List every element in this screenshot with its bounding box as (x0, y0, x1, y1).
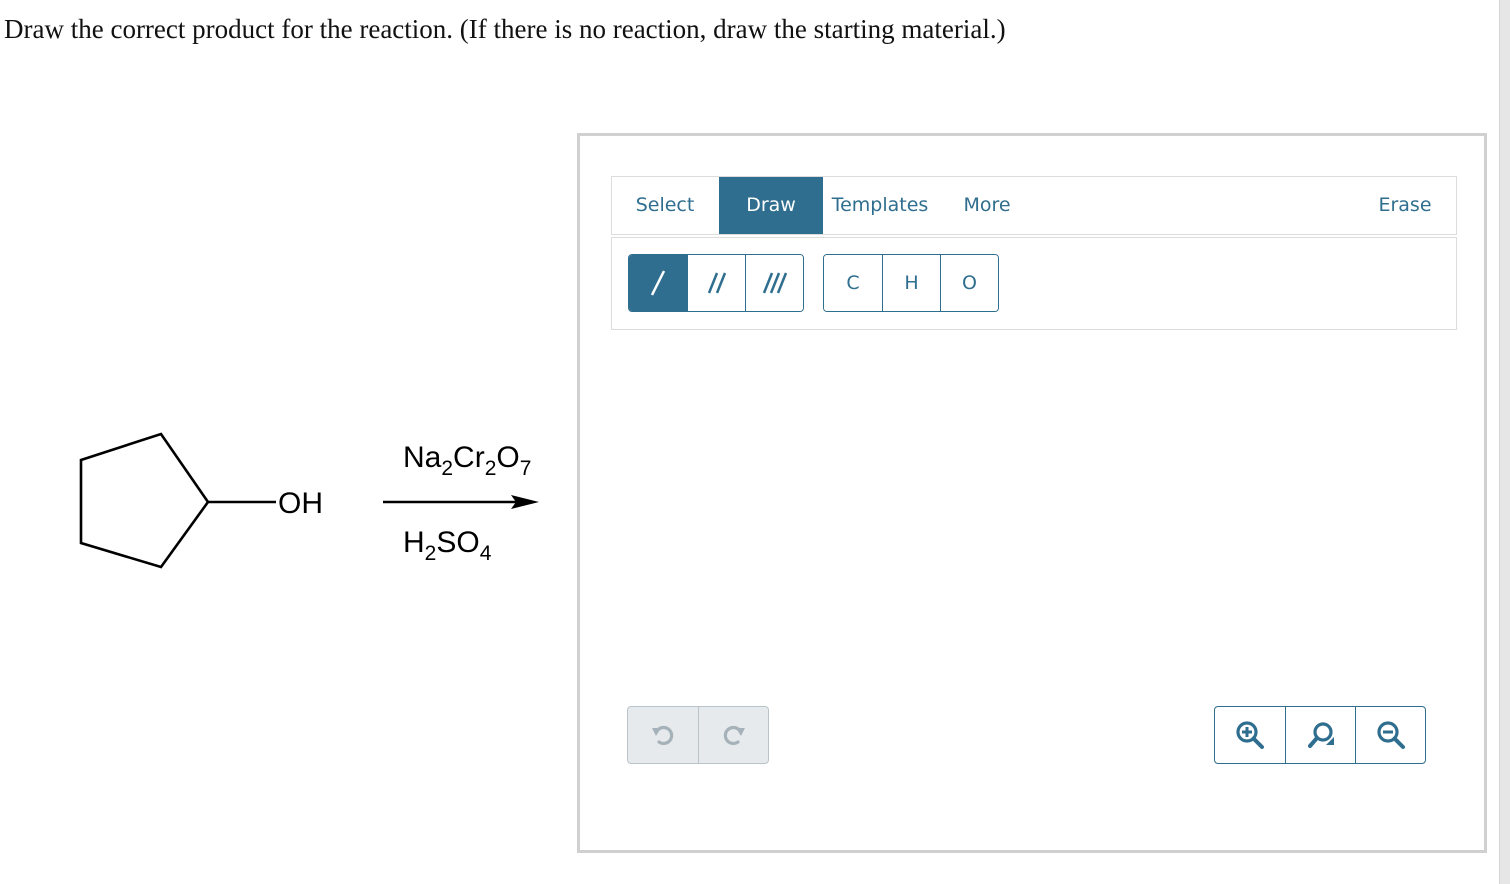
double-bond-icon (707, 272, 726, 294)
history-controls (627, 706, 769, 764)
menu-draw[interactable]: Draw (719, 177, 823, 234)
triple-bond-icon (762, 272, 787, 294)
editor-menubar: Select Draw Templates More Erase (611, 176, 1457, 235)
hydroxyl-label: OH (278, 487, 323, 520)
zoom-reset-icon (1307, 722, 1334, 748)
zoom-in-button[interactable] (1215, 707, 1285, 763)
cyclopentane-ring (79, 432, 210, 569)
menu-more[interactable]: More (947, 177, 1027, 234)
double-bond-button[interactable] (687, 255, 745, 311)
zoom-out-button[interactable] (1355, 707, 1425, 763)
reagent-top: Na2Cr2O7 (403, 441, 531, 480)
menu-templates[interactable]: Templates (825, 177, 935, 234)
single-bond-icon (650, 270, 666, 296)
redo-button[interactable] (698, 707, 768, 763)
draw-toolbar: C H O (611, 237, 1457, 330)
reaction-scheme: OH Na2Cr2O7 H2SO4 (79, 432, 539, 569)
zoom-controls (1214, 706, 1426, 764)
page-scrollbar[interactable] (1499, 0, 1510, 884)
structure-editor[interactable]: Select Draw Templates More Erase C H O (577, 133, 1487, 853)
bond-tools (628, 254, 804, 312)
atom-hydrogen-button[interactable]: H (882, 255, 940, 311)
redo-icon (723, 725, 745, 746)
atom-carbon-button[interactable]: C (824, 255, 882, 311)
atom-oxygen-button[interactable]: O (940, 255, 998, 311)
undo-button[interactable] (628, 707, 698, 763)
zoom-reset-button[interactable] (1285, 707, 1355, 763)
erase-button[interactable]: Erase (1362, 177, 1448, 234)
triple-bond-button[interactable] (745, 255, 803, 311)
menu-select[interactable]: Select (612, 177, 718, 234)
reagent-bottom: H2SO4 (403, 526, 492, 565)
atom-tools: C H O (823, 254, 999, 312)
zoom-in-icon (1236, 721, 1264, 749)
zoom-out-icon (1376, 721, 1405, 749)
single-bond-button[interactable] (629, 255, 687, 311)
undo-icon (652, 725, 674, 746)
